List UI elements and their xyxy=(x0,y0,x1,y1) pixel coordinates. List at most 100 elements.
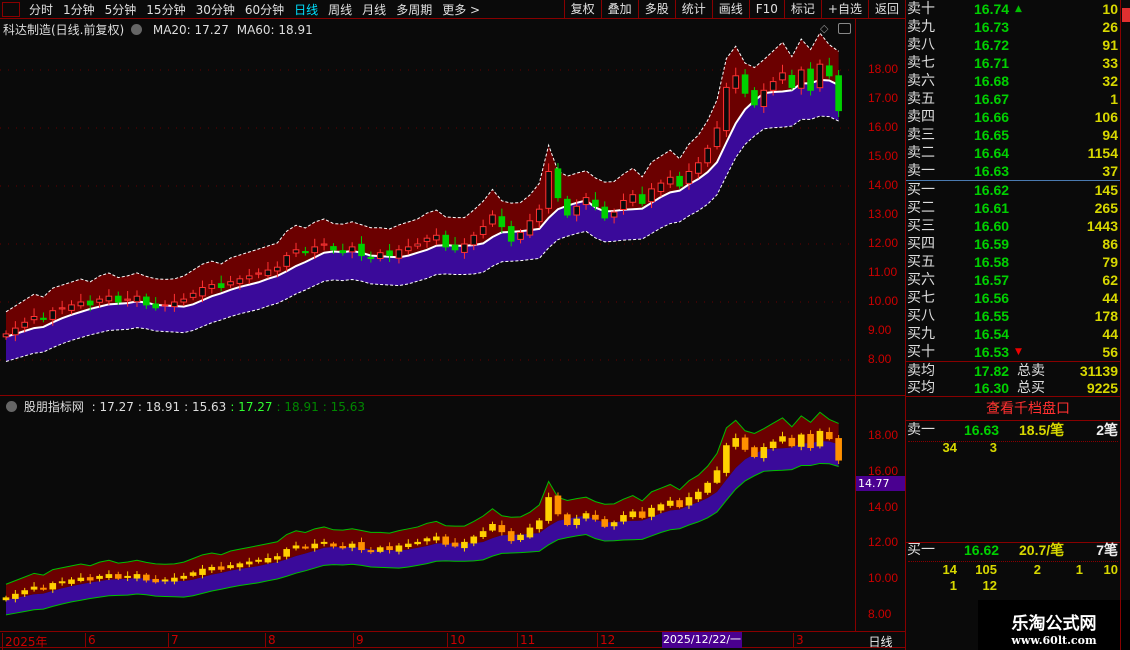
time-axis[interactable]: 2025/12/22/一 日线 2025年 6 7 8 9 10 11 12 3 xyxy=(0,631,905,650)
candle-body xyxy=(545,497,552,521)
candle-body xyxy=(395,545,403,552)
y-tick-label: 12.00 xyxy=(868,236,899,250)
candle-body xyxy=(554,495,562,515)
level-label: 买八 xyxy=(907,308,935,324)
candle-body xyxy=(180,298,188,303)
y-tick-label: 10.00 xyxy=(868,571,899,586)
candle-body xyxy=(77,301,85,307)
candle-body xyxy=(274,556,281,560)
order-book-row[interactable]: 卖九 16.73 26 xyxy=(907,18,1120,36)
candle-body xyxy=(49,583,57,590)
order-book-row[interactable]: 买五 16.58 79 xyxy=(907,253,1120,271)
candle-body xyxy=(358,542,365,551)
toolbar-button[interactable]: 返回 xyxy=(867,0,905,19)
candle-body xyxy=(161,579,169,582)
level-price: 16.67 xyxy=(974,91,1010,107)
y-tick-label: 14.00 xyxy=(868,499,899,514)
level-price: 16.71 xyxy=(974,55,1010,71)
candle-body xyxy=(592,199,599,207)
watermark: 乐淘公式网 www.60lt.com xyxy=(978,600,1130,650)
candle-body xyxy=(769,81,777,91)
order-book-row[interactable]: 买六 16.57 62 xyxy=(907,271,1120,289)
candle-body xyxy=(414,541,421,545)
order-book-row[interactable]: 卖四 16.66 106 xyxy=(907,108,1120,126)
candle-body xyxy=(489,214,496,225)
price-chart[interactable] xyxy=(0,0,855,631)
order-book-row[interactable]: 买四 16.59 86 xyxy=(907,235,1120,253)
level-volume: 91 xyxy=(1102,37,1118,53)
order-book-row[interactable]: 卖三 16.65 94 xyxy=(907,126,1120,144)
candle-body xyxy=(404,246,412,252)
candle-body xyxy=(208,284,216,289)
chevron-down-icon[interactable] xyxy=(6,401,17,412)
candle-body xyxy=(807,68,814,91)
order-book-row[interactable]: 买三 16.60 1443 xyxy=(907,217,1120,235)
candle-body xyxy=(535,208,543,223)
candle-body xyxy=(404,543,412,548)
level-label: 买十 xyxy=(907,344,935,360)
total-volume: 9225 xyxy=(1086,380,1118,396)
candle-body xyxy=(58,581,66,584)
up-arrow-icon: ▲ xyxy=(1015,4,1022,14)
view-depth-link[interactable]: 查看千档盘口 xyxy=(906,398,1120,418)
order-book-row[interactable]: 买二 16.61 265 xyxy=(907,199,1120,217)
level-volume: 26 xyxy=(1102,19,1118,35)
candle-body xyxy=(143,574,150,581)
candle-body xyxy=(816,63,824,89)
candle-body xyxy=(592,514,599,520)
candle-body xyxy=(68,579,75,584)
level-label: 买五 xyxy=(907,254,935,270)
candle-body xyxy=(171,577,178,582)
total-label: 总卖 xyxy=(1017,363,1045,379)
order-book-row[interactable]: 买七 16.56 44 xyxy=(907,289,1120,307)
candle-body xyxy=(264,558,272,563)
level-price: 16.64 xyxy=(974,145,1010,161)
candle-body xyxy=(311,543,319,549)
candle-body xyxy=(666,500,674,506)
watermark-name: 乐淘公式网 xyxy=(1011,614,1097,634)
y-tick-label: 18.00 xyxy=(868,428,899,442)
order-book-row[interactable]: 买一 16.62 145 xyxy=(907,181,1120,199)
selected-date: 2025/12/22/一 xyxy=(662,632,742,648)
y-tick-label: 14.00 xyxy=(868,178,899,192)
candle-body xyxy=(245,275,253,280)
candle-body xyxy=(189,572,197,576)
candle-body xyxy=(143,296,150,306)
buy1-depth-row[interactable]: 买一 16.62 20.7/笔 7笔 xyxy=(907,541,1120,559)
candle-body xyxy=(217,566,225,570)
candle-body xyxy=(171,301,178,308)
order-size: 1 xyxy=(1075,562,1083,577)
order-book-row[interactable]: 卖八 16.72 91 xyxy=(907,36,1120,54)
dotted-divider xyxy=(908,561,1118,562)
order-book-row[interactable]: 买八 16.55 178 xyxy=(907,307,1120,325)
order-book-row[interactable]: 买九 16.54 44 xyxy=(907,325,1120,343)
level-label: 卖七 xyxy=(907,55,935,71)
candle-body xyxy=(741,74,749,94)
candle-body xyxy=(124,298,131,301)
y-tick-label: 11.00 xyxy=(868,265,898,279)
order-book-row[interactable]: 卖二 16.64 1154 xyxy=(907,144,1120,162)
order-book-row[interactable]: 卖十 16.74 10 ▲ xyxy=(907,0,1120,18)
candle-body xyxy=(227,281,234,286)
order-book-row[interactable]: 买十 16.53 56 ▼ xyxy=(907,343,1120,361)
level-price: 16.74 xyxy=(974,1,1010,17)
order-size: 1 xyxy=(949,578,957,593)
pane-divider[interactable] xyxy=(0,395,905,396)
candle-body xyxy=(517,231,524,240)
candle-body xyxy=(498,525,506,533)
panel-divider xyxy=(905,0,906,650)
sell1-depth-row[interactable]: 卖一 16.63 18.5/笔 2笔 xyxy=(907,421,1120,439)
order-book-row[interactable]: 卖六 16.68 32 xyxy=(907,72,1120,90)
candle-body xyxy=(96,575,103,579)
side-strip xyxy=(1120,0,1130,650)
avg-price: 16.30 xyxy=(974,380,1010,396)
candle-body xyxy=(788,75,796,88)
level-price: 16.62 xyxy=(974,182,1010,198)
candle-body xyxy=(12,327,19,336)
period-label[interactable]: 日线 xyxy=(856,633,905,650)
order-book-row[interactable]: 卖七 16.71 33 xyxy=(907,54,1120,72)
x-tick-label: 3 xyxy=(793,633,804,647)
order-book-row[interactable]: 卖一 16.63 37 xyxy=(907,162,1120,180)
candle-body xyxy=(40,587,47,590)
order-book-row[interactable]: 卖五 16.67 1 xyxy=(907,90,1120,108)
